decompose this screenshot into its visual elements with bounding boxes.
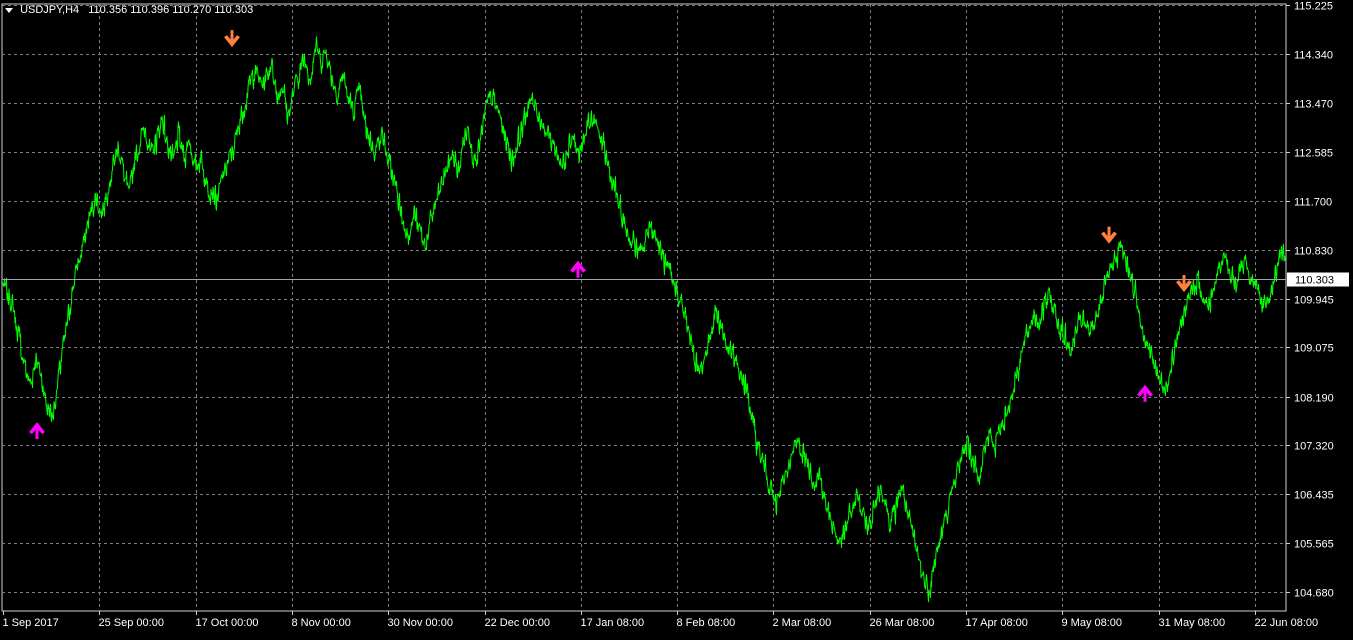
- y-tick-label: 112.585: [1294, 148, 1333, 160]
- price-series: [2, 36, 1286, 603]
- signal-markers: [29, 30, 1192, 440]
- y-tick-label: 110.830: [1294, 246, 1333, 258]
- x-tick-label: 17 Oct 00:00: [196, 617, 259, 629]
- y-tick-label: 106.435: [1294, 490, 1334, 502]
- chart-header: USDJPY,H4 110.356 110.396 110.270 110.30…: [5, 4, 253, 16]
- buy-arrow-icon: [1137, 384, 1153, 402]
- y-tick-label: 115.225: [1294, 1, 1333, 13]
- y-tick-label: 107.320: [1294, 441, 1334, 453]
- buy-arrow-icon: [570, 260, 586, 278]
- price-line: [2, 36, 1286, 603]
- x-tick-label: 17 Jan 08:00: [581, 617, 645, 629]
- x-tick-label: 25 Sep 00:00: [99, 617, 164, 629]
- plot-frame: [1, 3, 1287, 612]
- y-tick-label: 114.340: [1294, 50, 1333, 62]
- x-tick-label: 8 Feb 08:00: [677, 617, 736, 629]
- x-tick-label: 30 Nov 00:00: [388, 617, 453, 629]
- axes: 115.225 114.340 113.470 112.585 111.700 110.8…: [3, 1, 1349, 629]
- y-tick-label: 105.565: [1294, 539, 1334, 551]
- ohlc-values: 110.356 110.396 110.270 110.303: [88, 4, 254, 16]
- price-label: 110.303: [1295, 275, 1334, 287]
- x-tick-label: 8 Nov 00:00: [292, 617, 351, 629]
- y-tick-label: 111.700: [1294, 197, 1332, 209]
- buy-arrow-icon: [29, 422, 45, 440]
- grid-lines: [1, 3, 1287, 612]
- sell-arrow-icon: [1101, 226, 1117, 244]
- dropdown-triangle-icon[interactable]: [5, 7, 13, 13]
- x-tick-label: 26 Mar 08:00: [870, 617, 935, 629]
- y-tick-label: 109.075: [1294, 343, 1334, 355]
- x-tick-label: 1 Sep 2017: [3, 617, 59, 629]
- x-tick-label: 22 Dec 00:00: [485, 617, 550, 629]
- symbol-timeframe: USDJPY,H4: [20, 4, 80, 16]
- y-tick-label: 113.470: [1294, 99, 1333, 111]
- y-tick-label: 104.680: [1294, 588, 1334, 600]
- sell-arrow-icon: [224, 30, 240, 48]
- x-tick-label: 22 Jun 08:00: [1255, 617, 1319, 629]
- price-chart[interactable]: 115.225 114.340 113.470 112.585 111.700 110.8…: [0, 0, 1353, 635]
- x-tick-label: 31 May 08:00: [1159, 617, 1226, 629]
- x-tick-label: 17 Apr 08:00: [966, 617, 1028, 629]
- y-tick-label: 109.945: [1294, 295, 1334, 307]
- chart-window[interactable]: 115.225 114.340 113.470 112.585 111.700 110.8…: [0, 0, 1353, 635]
- sell-arrow-icon: [1176, 275, 1192, 293]
- y-tick-label: 108.190: [1294, 393, 1334, 405]
- x-tick-label: 9 May 08:00: [1062, 617, 1123, 629]
- x-tick-label: 2 Mar 08:00: [773, 617, 832, 629]
